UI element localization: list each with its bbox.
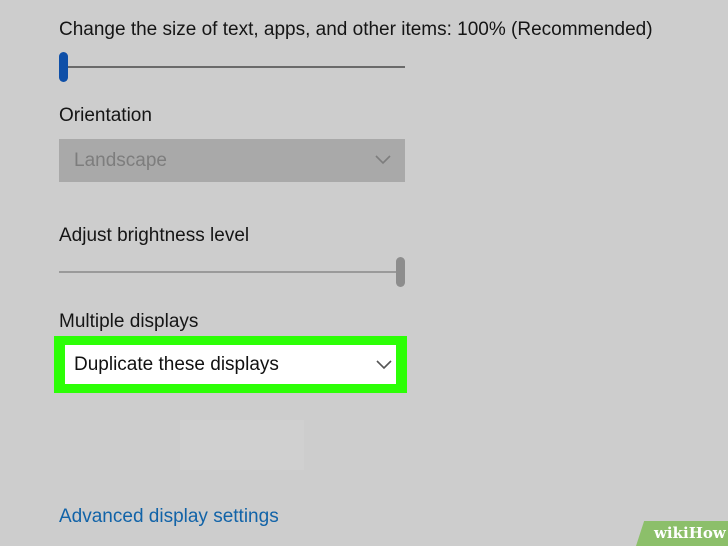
- scale-slider-track[interactable]: [66, 66, 405, 68]
- multiple-displays-selected-value: Duplicate these displays: [74, 354, 279, 375]
- orientation-dropdown: Landscape: [59, 139, 405, 182]
- multiple-displays-label: Multiple displays: [59, 311, 199, 332]
- multiple-displays-dropdown[interactable]: Duplicate these displays: [65, 345, 396, 384]
- brightness-slider-thumb[interactable]: [396, 257, 405, 287]
- ghost-button: [180, 420, 304, 470]
- orientation-selected-value: Landscape: [74, 150, 167, 171]
- orientation-label: Orientation: [59, 105, 152, 126]
- wikihow-watermark: wikiHow: [654, 524, 726, 542]
- brightness-label: Adjust brightness level: [59, 225, 250, 246]
- chevron-down-icon: [375, 155, 391, 165]
- scale-label: Change the size of text, apps, and other…: [59, 19, 653, 40]
- chevron-down-icon[interactable]: [376, 360, 392, 370]
- advanced-display-settings-link[interactable]: Advanced display settings: [59, 505, 279, 529]
- scale-slider-thumb[interactable]: [59, 52, 68, 82]
- brightness-slider-track[interactable]: [59, 271, 399, 273]
